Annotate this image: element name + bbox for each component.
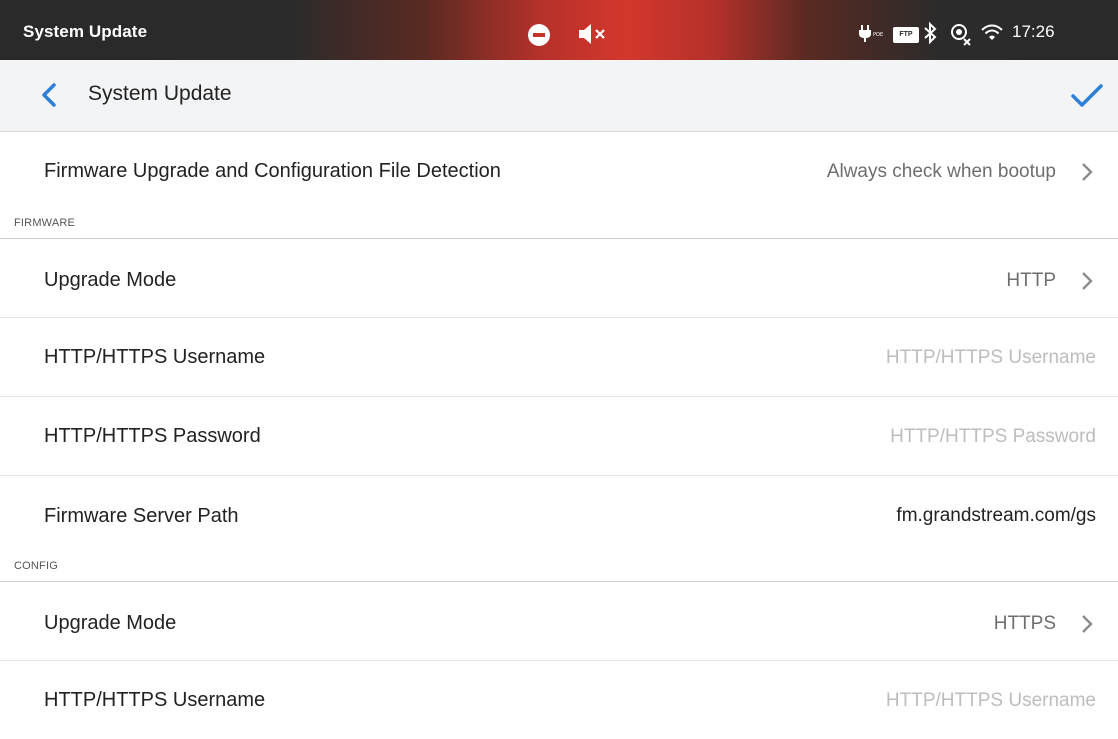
config-upgrade-mode-label: Upgrade Mode xyxy=(44,612,177,634)
chevron-right-icon xyxy=(1082,615,1093,633)
status-icons: POE FTP 17:26 xyxy=(858,0,1118,60)
section-header-config: CONFIG xyxy=(0,554,1118,582)
config-username-field[interactable]: HTTP/HTTPS Username xyxy=(886,690,1096,712)
firmware-username-field[interactable]: HTTP/HTTPS Username xyxy=(886,347,1096,369)
chevron-right-icon xyxy=(1082,272,1093,290)
firmware-upgrade-mode-label: Upgrade Mode xyxy=(44,269,177,291)
config-upgrade-mode-row[interactable]: Upgrade Mode HTTPS xyxy=(0,582,1118,661)
firmware-password-field[interactable]: HTTP/HTTPS Password xyxy=(890,426,1096,448)
section-header-label: CONFIG xyxy=(14,560,58,572)
do-not-disturb-icon xyxy=(528,24,550,46)
detection-row[interactable]: Firmware Upgrade and Configuration File … xyxy=(0,132,1118,212)
firmware-server-path-field[interactable]: fm.grandstream.com/gs xyxy=(896,505,1096,527)
firmware-server-path-label: Firmware Server Path xyxy=(44,505,239,527)
config-upgrade-mode-value: HTTPS xyxy=(993,613,1056,634)
bluetooth-icon xyxy=(924,21,937,45)
mute-icon xyxy=(579,24,605,44)
firmware-server-path-row[interactable]: Firmware Server Path fm.grandstream.com/… xyxy=(0,476,1118,555)
svg-text:POE: POE xyxy=(873,32,883,38)
sync-off-icon xyxy=(951,24,971,46)
detection-value: Always check when bootup xyxy=(826,161,1056,182)
chevron-right-icon xyxy=(1082,163,1093,181)
firmware-password-row[interactable]: HTTP/HTTPS Password HTTP/HTTPS Password xyxy=(0,397,1118,476)
config-username-label: HTTP/HTTPS Username xyxy=(44,689,266,711)
chevron-left-icon[interactable] xyxy=(38,82,60,108)
status-bar: System Update POE FTP 17:26 xyxy=(0,0,1118,60)
detection-label: Firmware Upgrade and Configuration File … xyxy=(44,160,501,182)
poe-plug-icon: POE xyxy=(859,25,883,42)
clock: 17:26 xyxy=(1012,22,1055,41)
firmware-username-row[interactable]: HTTP/HTTPS Username HTTP/HTTPS Username xyxy=(0,318,1118,397)
ftp-icon-label: FTP xyxy=(899,31,913,38)
page-title: System Update xyxy=(88,82,232,105)
config-username-row[interactable]: HTTP/HTTPS Username HTTP/HTTPS Username xyxy=(0,661,1118,739)
ftp-icon: FTP xyxy=(893,27,919,43)
status-bar-title: System Update xyxy=(23,22,148,41)
firmware-password-label: HTTP/HTTPS Password xyxy=(44,425,261,447)
section-header-firmware: FIRMWARE xyxy=(0,211,1118,239)
firmware-username-label: HTTP/HTTPS Username xyxy=(44,346,266,368)
firmware-upgrade-mode-value: HTTP xyxy=(1006,270,1056,291)
check-icon[interactable] xyxy=(1070,83,1104,109)
firmware-upgrade-mode-row[interactable]: Upgrade Mode HTTP xyxy=(0,239,1118,318)
section-header-label: FIRMWARE xyxy=(14,217,76,229)
wifi-icon xyxy=(981,24,1003,40)
